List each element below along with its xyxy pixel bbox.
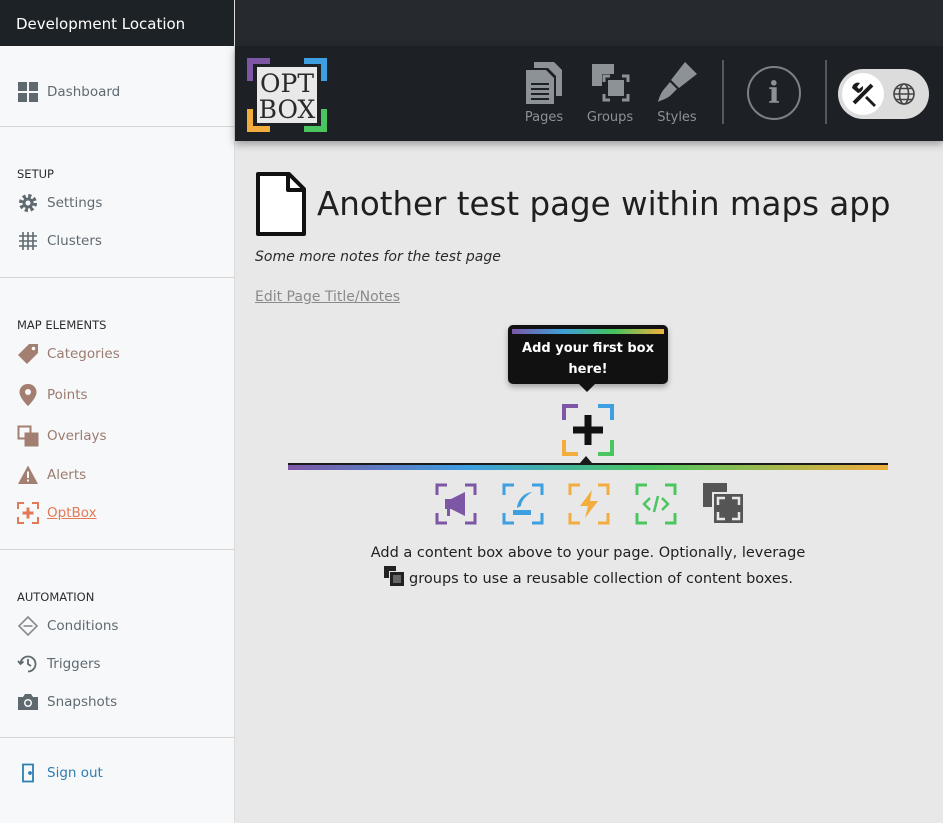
optbox-icon: [17, 502, 39, 524]
add-box-icon: [562, 404, 614, 456]
section-title: AUTOMATION: [17, 590, 95, 604]
group-box-button[interactable]: [701, 481, 745, 525]
sidebar-item-label: Categories: [47, 346, 120, 362]
help-text-line: groups to use a reusable collection of c…: [409, 571, 793, 587]
tooltip-line: Add your first box: [522, 341, 654, 356]
top-bar: [235, 0, 943, 46]
groups-label: Groups: [586, 110, 634, 125]
diamond-icon: [17, 615, 39, 637]
lightning-icon: [568, 483, 610, 525]
sidebar-section-setup: SETUP Settings Clusters: [0, 127, 234, 278]
rainbow-divider: [288, 463, 888, 470]
sidebar-item-snapshots[interactable]: Snapshots: [0, 683, 234, 721]
sidebar-item-label: Triggers: [47, 656, 101, 672]
sign-out-button[interactable]: Sign out: [0, 754, 234, 792]
pages-icon: [526, 62, 562, 104]
edit-page-title-link[interactable]: Edit Page Title/Notes: [255, 289, 400, 305]
toolbar-divider: [825, 60, 827, 124]
sidebar-item-categories[interactable]: Categories: [0, 334, 234, 374]
styles-button[interactable]: Styles: [647, 60, 707, 130]
dashboard-icon: [17, 81, 39, 103]
text-box-button[interactable]: [502, 483, 544, 525]
info-button[interactable]: i: [747, 66, 801, 120]
sidebar-item-label: Overlays: [47, 428, 107, 444]
warning-icon: [17, 464, 39, 486]
action-box-button[interactable]: [568, 483, 610, 525]
styles-label: Styles: [657, 110, 697, 125]
tools-icon: [842, 73, 884, 115]
trigger-icon: [17, 653, 39, 675]
pages-button[interactable]: Pages: [514, 60, 574, 130]
help-text-line: Add a content box above to your page. Op…: [370, 545, 806, 561]
sidebar-item-optbox[interactable]: OptBox: [0, 494, 234, 532]
globe-icon: [893, 83, 915, 105]
code-box-button[interactable]: [635, 483, 677, 525]
sidebar-item-label: Snapshots: [47, 694, 118, 710]
sidebar-item-dashboard[interactable]: Dashboard: [0, 72, 234, 112]
sidebar-item-points[interactable]: Points: [0, 374, 234, 416]
map-pin-icon: [17, 384, 39, 406]
location-title: Development Location: [0, 0, 234, 46]
divider-notch: [580, 456, 592, 463]
camera-icon: [17, 691, 39, 713]
sidebar-item-alerts[interactable]: Alerts: [0, 456, 234, 494]
sidebar-section-automation: AUTOMATION Conditions Triggers Snapshots: [0, 550, 234, 738]
sidebar-item-label: Points: [47, 387, 88, 403]
megaphone-icon: [435, 483, 477, 525]
sidebar-item-label: Settings: [47, 195, 103, 211]
add-box-tooltip: Add your first box here!: [508, 325, 668, 384]
gear-icon: [17, 192, 39, 214]
quill-icon: [502, 483, 544, 525]
paintbrush-icon: [658, 62, 697, 102]
sidebar-section-account: Sign out: [0, 738, 234, 792]
tooltip-gradient-bar: [512, 329, 664, 334]
info-icon: i: [768, 75, 780, 111]
groups-icon: [703, 483, 743, 523]
sidebar-item-label: Sign out: [47, 765, 103, 781]
sidebar-item-label: OptBox: [47, 505, 97, 521]
sidebar-item-label: Conditions: [47, 618, 119, 634]
section-title: MAP ELEMENTS: [17, 318, 107, 332]
sidebar-item-overlays[interactable]: Overlays: [0, 416, 234, 456]
sidebar-item-label: Dashboard: [47, 84, 121, 100]
page-notes: Some more notes for the test page: [255, 249, 501, 265]
announcement-box-button[interactable]: [435, 483, 477, 525]
sidebar-item-triggers[interactable]: Triggers: [0, 645, 234, 683]
add-box-button[interactable]: [562, 404, 614, 456]
section-title: SETUP: [17, 167, 54, 181]
main-content: Another test page within maps app Some m…: [235, 141, 943, 823]
sidebar-item-label: Clusters: [47, 233, 102, 249]
optbox-toolbar: OPT BOX Pages Groups Styles i: [235, 46, 943, 141]
code-icon: [635, 483, 677, 525]
page-title: Another test page within maps app: [317, 185, 891, 223]
groups-icon: [384, 566, 405, 586]
groups-button[interactable]: Groups: [580, 60, 640, 130]
tooltip-line: here!: [568, 362, 608, 377]
optbox-logo[interactable]: OPT BOX: [247, 58, 327, 132]
pages-label: Pages: [524, 110, 564, 125]
sidebar-item-settings[interactable]: Settings: [0, 184, 234, 222]
sidebar-item-clusters[interactable]: Clusters: [0, 222, 234, 260]
grid-icon: [17, 230, 39, 252]
sidebar-section-map-elements: MAP ELEMENTS Categories Points Overlays …: [0, 278, 234, 550]
tooltip-arrow: [579, 384, 595, 392]
sidebar-item-conditions[interactable]: Conditions: [0, 607, 234, 645]
sidebar-item-label: Alerts: [47, 467, 87, 483]
sidebar-section-main: Dashboard: [0, 46, 234, 127]
logo-text-top: OPT: [260, 69, 314, 98]
mode-toggle[interactable]: [838, 69, 929, 119]
tag-icon: [17, 343, 39, 365]
sidebar: Development Location Dashboard SETUP Set…: [0, 0, 235, 823]
toolbar-divider: [722, 60, 724, 124]
help-text-line-2: groups to use a reusable collection of c…: [355, 565, 821, 591]
help-description: Add a content box above to your page. Op…: [355, 542, 821, 591]
overlay-icon: [17, 425, 39, 447]
logo-text-bottom: BOX: [259, 95, 316, 124]
document-icon: [256, 172, 306, 236]
door-icon: [17, 762, 39, 784]
groups-icon: [592, 64, 630, 102]
